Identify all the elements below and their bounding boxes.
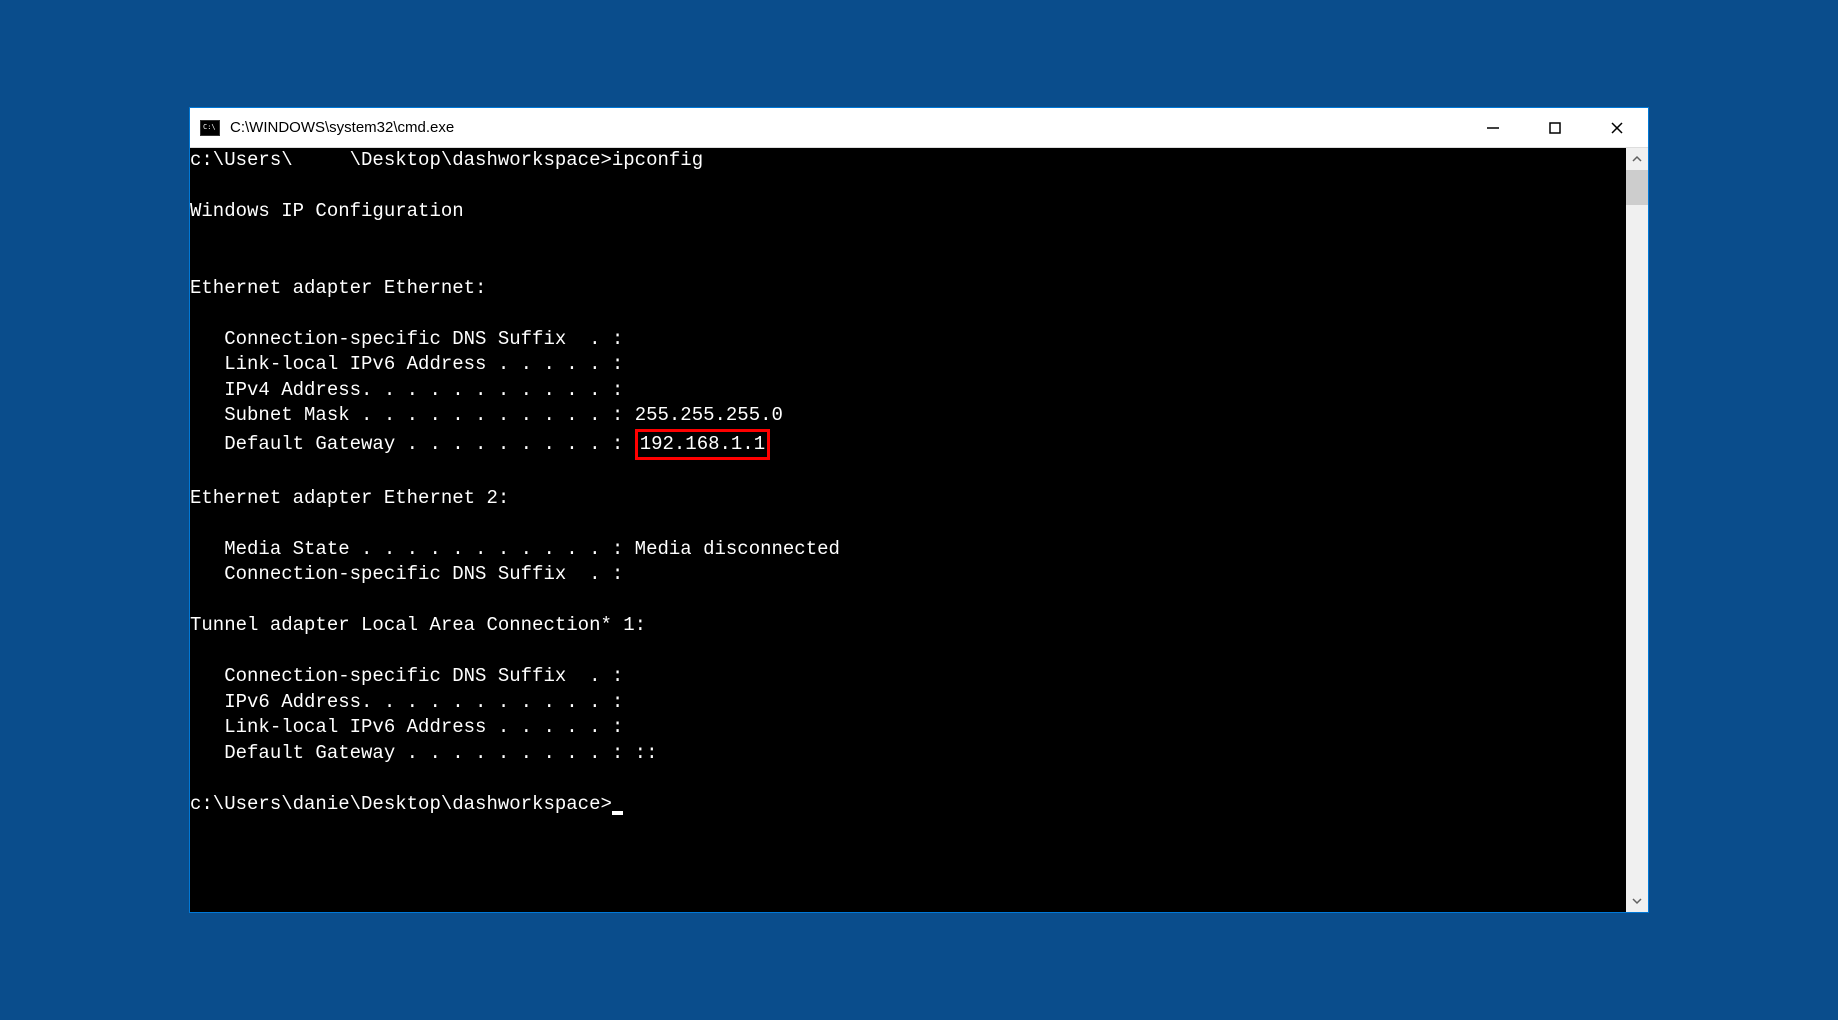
- adapter1-subnet-value: 255.255.255.0: [635, 404, 783, 426]
- adapter1-dns-suffix: Connection-specific DNS Suffix . :: [190, 328, 623, 350]
- scrollbar[interactable]: [1626, 148, 1648, 912]
- window-title: C:\WINDOWS\system32\cmd.exe: [230, 119, 1462, 136]
- adapter1-ipv6-link: Link-local IPv6 Address . . . . . :: [190, 353, 623, 375]
- adapter3-dns-suffix: Connection-specific DNS Suffix . :: [190, 665, 623, 687]
- scroll-track[interactable]: [1626, 170, 1648, 890]
- chevron-down-icon: [1632, 896, 1642, 906]
- chevron-up-icon: [1632, 154, 1642, 164]
- prompt-command-1: ipconfig: [612, 149, 703, 171]
- minimize-button[interactable]: [1462, 108, 1524, 147]
- adapter1-title: Ethernet adapter Ethernet:: [190, 277, 486, 299]
- cursor: [612, 811, 623, 815]
- adapter3-gateway: Default Gateway . . . . . . . . . : ::: [190, 742, 657, 764]
- ipconfig-header: Windows IP Configuration: [190, 200, 464, 222]
- adapter3-ipv6-link: Link-local IPv6 Address . . . . . :: [190, 716, 623, 738]
- prompt-path-2: c:\Users\danie\Desktop\dashworkspace>: [190, 793, 612, 815]
- close-icon: [1610, 121, 1624, 135]
- adapter1-gateway-value: 192.168.1.1: [640, 433, 765, 455]
- cmd-icon: C:\: [200, 120, 220, 136]
- minimize-icon: [1486, 121, 1500, 135]
- maximize-icon: [1548, 121, 1562, 135]
- prompt-path-1: c:\Users\ \Desktop\dashworkspace>: [190, 149, 612, 171]
- terminal-container: c:\Users\ \Desktop\dashworkspace>ipconfi…: [190, 148, 1648, 912]
- adapter2-dns-suffix: Connection-specific DNS Suffix . :: [190, 563, 623, 585]
- cmd-icon-text: C:\: [203, 124, 216, 131]
- adapter2-media-state: Media State . . . . . . . . . . . : Medi…: [190, 538, 840, 560]
- scroll-up-button[interactable]: [1626, 148, 1648, 170]
- cmd-window: C:\ C:\WINDOWS\system32\cmd.exe c:\Users…: [189, 107, 1649, 913]
- scroll-thumb[interactable]: [1626, 170, 1648, 205]
- adapter1-subnet-label: Subnet Mask . . . . . . . . . . . :: [190, 404, 635, 426]
- scroll-down-button[interactable]: [1626, 890, 1648, 912]
- adapter1-gateway-label: Default Gateway . . . . . . . . . :: [190, 433, 635, 455]
- adapter3-ipv6: IPv6 Address. . . . . . . . . . . :: [190, 691, 623, 713]
- titlebar[interactable]: C:\ C:\WINDOWS\system32\cmd.exe: [190, 108, 1648, 148]
- terminal-output[interactable]: c:\Users\ \Desktop\dashworkspace>ipconfi…: [190, 148, 1626, 912]
- gateway-highlight: 192.168.1.1: [635, 429, 770, 461]
- maximize-button[interactable]: [1524, 108, 1586, 147]
- window-controls: [1462, 108, 1648, 147]
- close-button[interactable]: [1586, 108, 1648, 147]
- adapter2-title: Ethernet adapter Ethernet 2:: [190, 487, 509, 509]
- adapter1-ipv4: IPv4 Address. . . . . . . . . . . :: [190, 379, 623, 401]
- adapter3-title: Tunnel adapter Local Area Connection* 1:: [190, 614, 646, 636]
